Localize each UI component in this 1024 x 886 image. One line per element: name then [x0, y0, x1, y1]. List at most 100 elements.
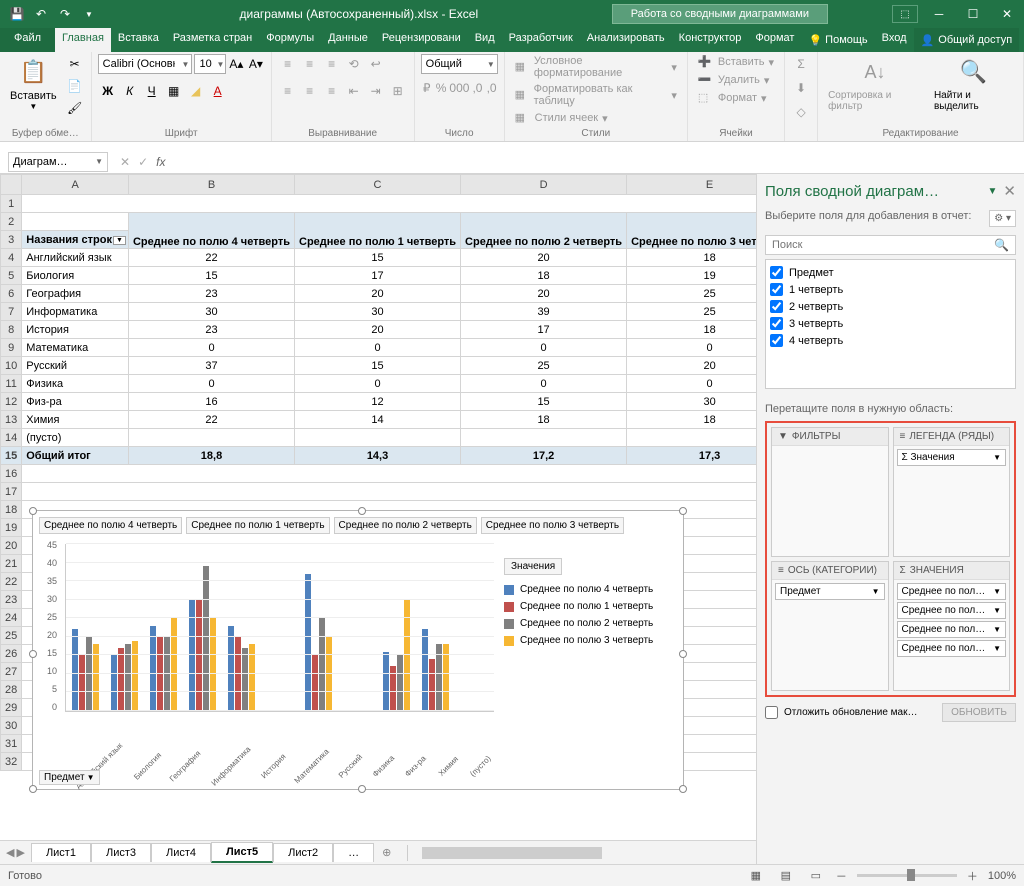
add-sheet-icon[interactable]: ⊕ [374, 846, 399, 859]
tab-insert[interactable]: Вставка [111, 28, 166, 52]
cut-icon[interactable]: ✂ [65, 54, 85, 74]
tab-data[interactable]: Данные [321, 28, 375, 52]
ribbon-display-icon[interactable]: ⬚ [892, 5, 918, 23]
normal-view-icon[interactable]: ▦ [746, 868, 766, 884]
tab-review[interactable]: Рецензировани [375, 28, 468, 52]
name-box[interactable]: Диаграм…▼ [8, 152, 108, 172]
field-item[interactable]: 2 четверть [770, 298, 1011, 315]
col-header[interactable]: E [627, 175, 756, 195]
pivot-chart[interactable]: Среднее по полю 4 четвертьСреднее по пол… [32, 510, 684, 790]
sheet-tab[interactable]: Лист2 [273, 843, 333, 862]
field-checkbox[interactable] [770, 317, 783, 330]
fill-color-icon[interactable]: ◢ [186, 81, 206, 101]
col-header[interactable]: D [461, 175, 627, 195]
zone-item[interactable]: Среднее по пол…▼ [897, 583, 1007, 600]
col-header[interactable]: B [128, 175, 294, 195]
sheet-tab-active[interactable]: Лист5 [211, 842, 273, 863]
col-header[interactable]: A [22, 175, 129, 195]
redo-icon[interactable]: ↷ [54, 3, 76, 25]
chart-axis-field-button[interactable]: Предмет ▼ [39, 770, 100, 785]
tab-help[interactable]: 💡Помощь [801, 28, 874, 52]
pivot-cell: 19 [627, 267, 756, 285]
tab-file[interactable]: Файл [0, 28, 55, 52]
field-checkbox[interactable] [770, 300, 783, 313]
decrease-font-icon[interactable]: A▾ [247, 54, 264, 74]
increase-font-icon[interactable]: A▴ [228, 54, 245, 74]
field-search[interactable]: 🔍 [765, 235, 1016, 255]
field-item[interactable]: 3 четверть [770, 315, 1011, 332]
chart-legend[interactable]: Значения Среднее по полю 4 четвертьСредн… [498, 540, 683, 730]
font-name-combo[interactable]: ▼ [98, 54, 193, 74]
zoom-level[interactable]: 100% [988, 870, 1016, 882]
zone-values[interactable]: ΣЗНАЧЕНИЯ Среднее по пол…▼Среднее по пол… [893, 561, 1011, 691]
zone-legend[interactable]: ≡ЛЕГЕНДА (РЯДЫ) Σ Значения▼ [893, 427, 1011, 557]
formula-input[interactable] [177, 152, 1024, 172]
chart-plot-area[interactable]: 051015202530354045 Английский языкБиолог… [33, 540, 498, 730]
group-editing-small: Σ ⬇ ◇ [785, 52, 818, 141]
pane-dropdown-icon[interactable]: ▼ [988, 186, 998, 197]
sheet-tab-more[interactable]: … [333, 843, 374, 862]
save-icon[interactable]: 💾 [6, 3, 28, 25]
paste-button[interactable]: 📋 Вставить ▼ [6, 54, 61, 113]
col-header[interactable]: C [295, 175, 461, 195]
sheet-nav-prev-icon[interactable]: ◀ [6, 846, 14, 859]
zone-axis[interactable]: ≡ОСЬ (КАТЕГОРИИ) Предмет▼ [771, 561, 889, 691]
close-icon[interactable]: ✕ [990, 0, 1024, 28]
field-item[interactable]: 1 четверть [770, 281, 1011, 298]
maximize-icon[interactable]: ☐ [956, 0, 990, 28]
close-pane-icon[interactable]: ✕ [1003, 182, 1016, 200]
zone-filters[interactable]: ▼ФИЛЬТРЫ [771, 427, 889, 557]
zone-item[interactable]: Предмет▼ [775, 583, 885, 600]
ribbon-body: 📋 Вставить ▼ ✂ 📄 🖌 Буфер обме… ▼ ▼ A▴ A▾… [0, 52, 1024, 142]
zone-item[interactable]: Среднее по пол…▼ [897, 602, 1007, 619]
zone-item[interactable]: Σ Значения▼ [897, 449, 1007, 466]
tab-design[interactable]: Конструктор [672, 28, 749, 52]
sheet-tab[interactable]: Лист4 [151, 843, 211, 862]
chart-series-buttons[interactable]: Среднее по полю 4 четвертьСреднее по пол… [33, 511, 683, 540]
zoom-in-icon[interactable]: ＋ [967, 868, 978, 884]
tab-layout[interactable]: Разметка стран [166, 28, 259, 52]
tab-analyze[interactable]: Анализировать [580, 28, 672, 52]
sheet-nav-next-icon[interactable]: ▶ [16, 846, 24, 859]
zoom-out-icon[interactable]: － [836, 868, 847, 884]
tab-formulas[interactable]: Формулы [259, 28, 321, 52]
underline-button[interactable]: Ч [142, 81, 162, 101]
tab-share[interactable]: 👤Общий доступ [914, 28, 1020, 52]
tab-home[interactable]: Главная [55, 28, 111, 52]
field-checkbox[interactable] [770, 266, 783, 279]
sheet-tab[interactable]: Лист3 [91, 843, 151, 862]
field-list[interactable]: Предмет1 четверть2 четверть3 четверть4 ч… [765, 259, 1016, 389]
copy-icon[interactable]: 📄 [65, 76, 85, 96]
fx-icon[interactable]: fx [156, 155, 165, 169]
zone-item[interactable]: Среднее по пол…▼ [897, 640, 1007, 657]
sheet-tab[interactable]: Лист1 [31, 843, 91, 862]
find-select-button[interactable]: 🔍 Найти и выделить [930, 54, 1017, 114]
page-break-icon[interactable]: ▭ [806, 868, 826, 884]
group-styles: ▦Условное форматирование ▾ ▦Форматироват… [505, 52, 688, 141]
tab-developer[interactable]: Разработчик [502, 28, 580, 52]
horizontal-scrollbar[interactable] [407, 845, 756, 861]
gear-icon[interactable]: ⚙ ▾ [989, 210, 1016, 227]
page-layout-icon[interactable]: ▤ [776, 868, 796, 884]
italic-button[interactable]: К [120, 81, 140, 101]
defer-checkbox[interactable] [765, 706, 778, 719]
format-painter-icon[interactable]: 🖌 [65, 98, 85, 118]
undo-icon[interactable]: ↶ [30, 3, 52, 25]
minimize-icon[interactable]: ─ [922, 0, 956, 28]
tab-view[interactable]: Вид [468, 28, 502, 52]
field-item[interactable]: Предмет [770, 264, 1011, 281]
qat-customize-icon[interactable]: ▼ [78, 3, 100, 25]
pivot-row-label[interactable]: Названия строк [22, 231, 129, 249]
zone-item[interactable]: Среднее по пол…▼ [897, 621, 1007, 638]
font-size-combo[interactable]: ▼ [194, 54, 225, 74]
field-checkbox[interactable] [770, 334, 783, 347]
zoom-slider[interactable] [857, 874, 957, 877]
font-color-icon[interactable]: A [208, 81, 228, 101]
field-item[interactable]: 4 четверть [770, 332, 1011, 349]
group-editing: A↓ Сортировка и фильтр 🔍 Найти и выделит… [818, 52, 1024, 141]
field-checkbox[interactable] [770, 283, 783, 296]
tab-login[interactable]: Вход [875, 28, 914, 52]
tab-format[interactable]: Формат [748, 28, 801, 52]
bold-button[interactable]: Ж [98, 81, 118, 101]
border-icon[interactable]: ▦ [164, 81, 184, 101]
